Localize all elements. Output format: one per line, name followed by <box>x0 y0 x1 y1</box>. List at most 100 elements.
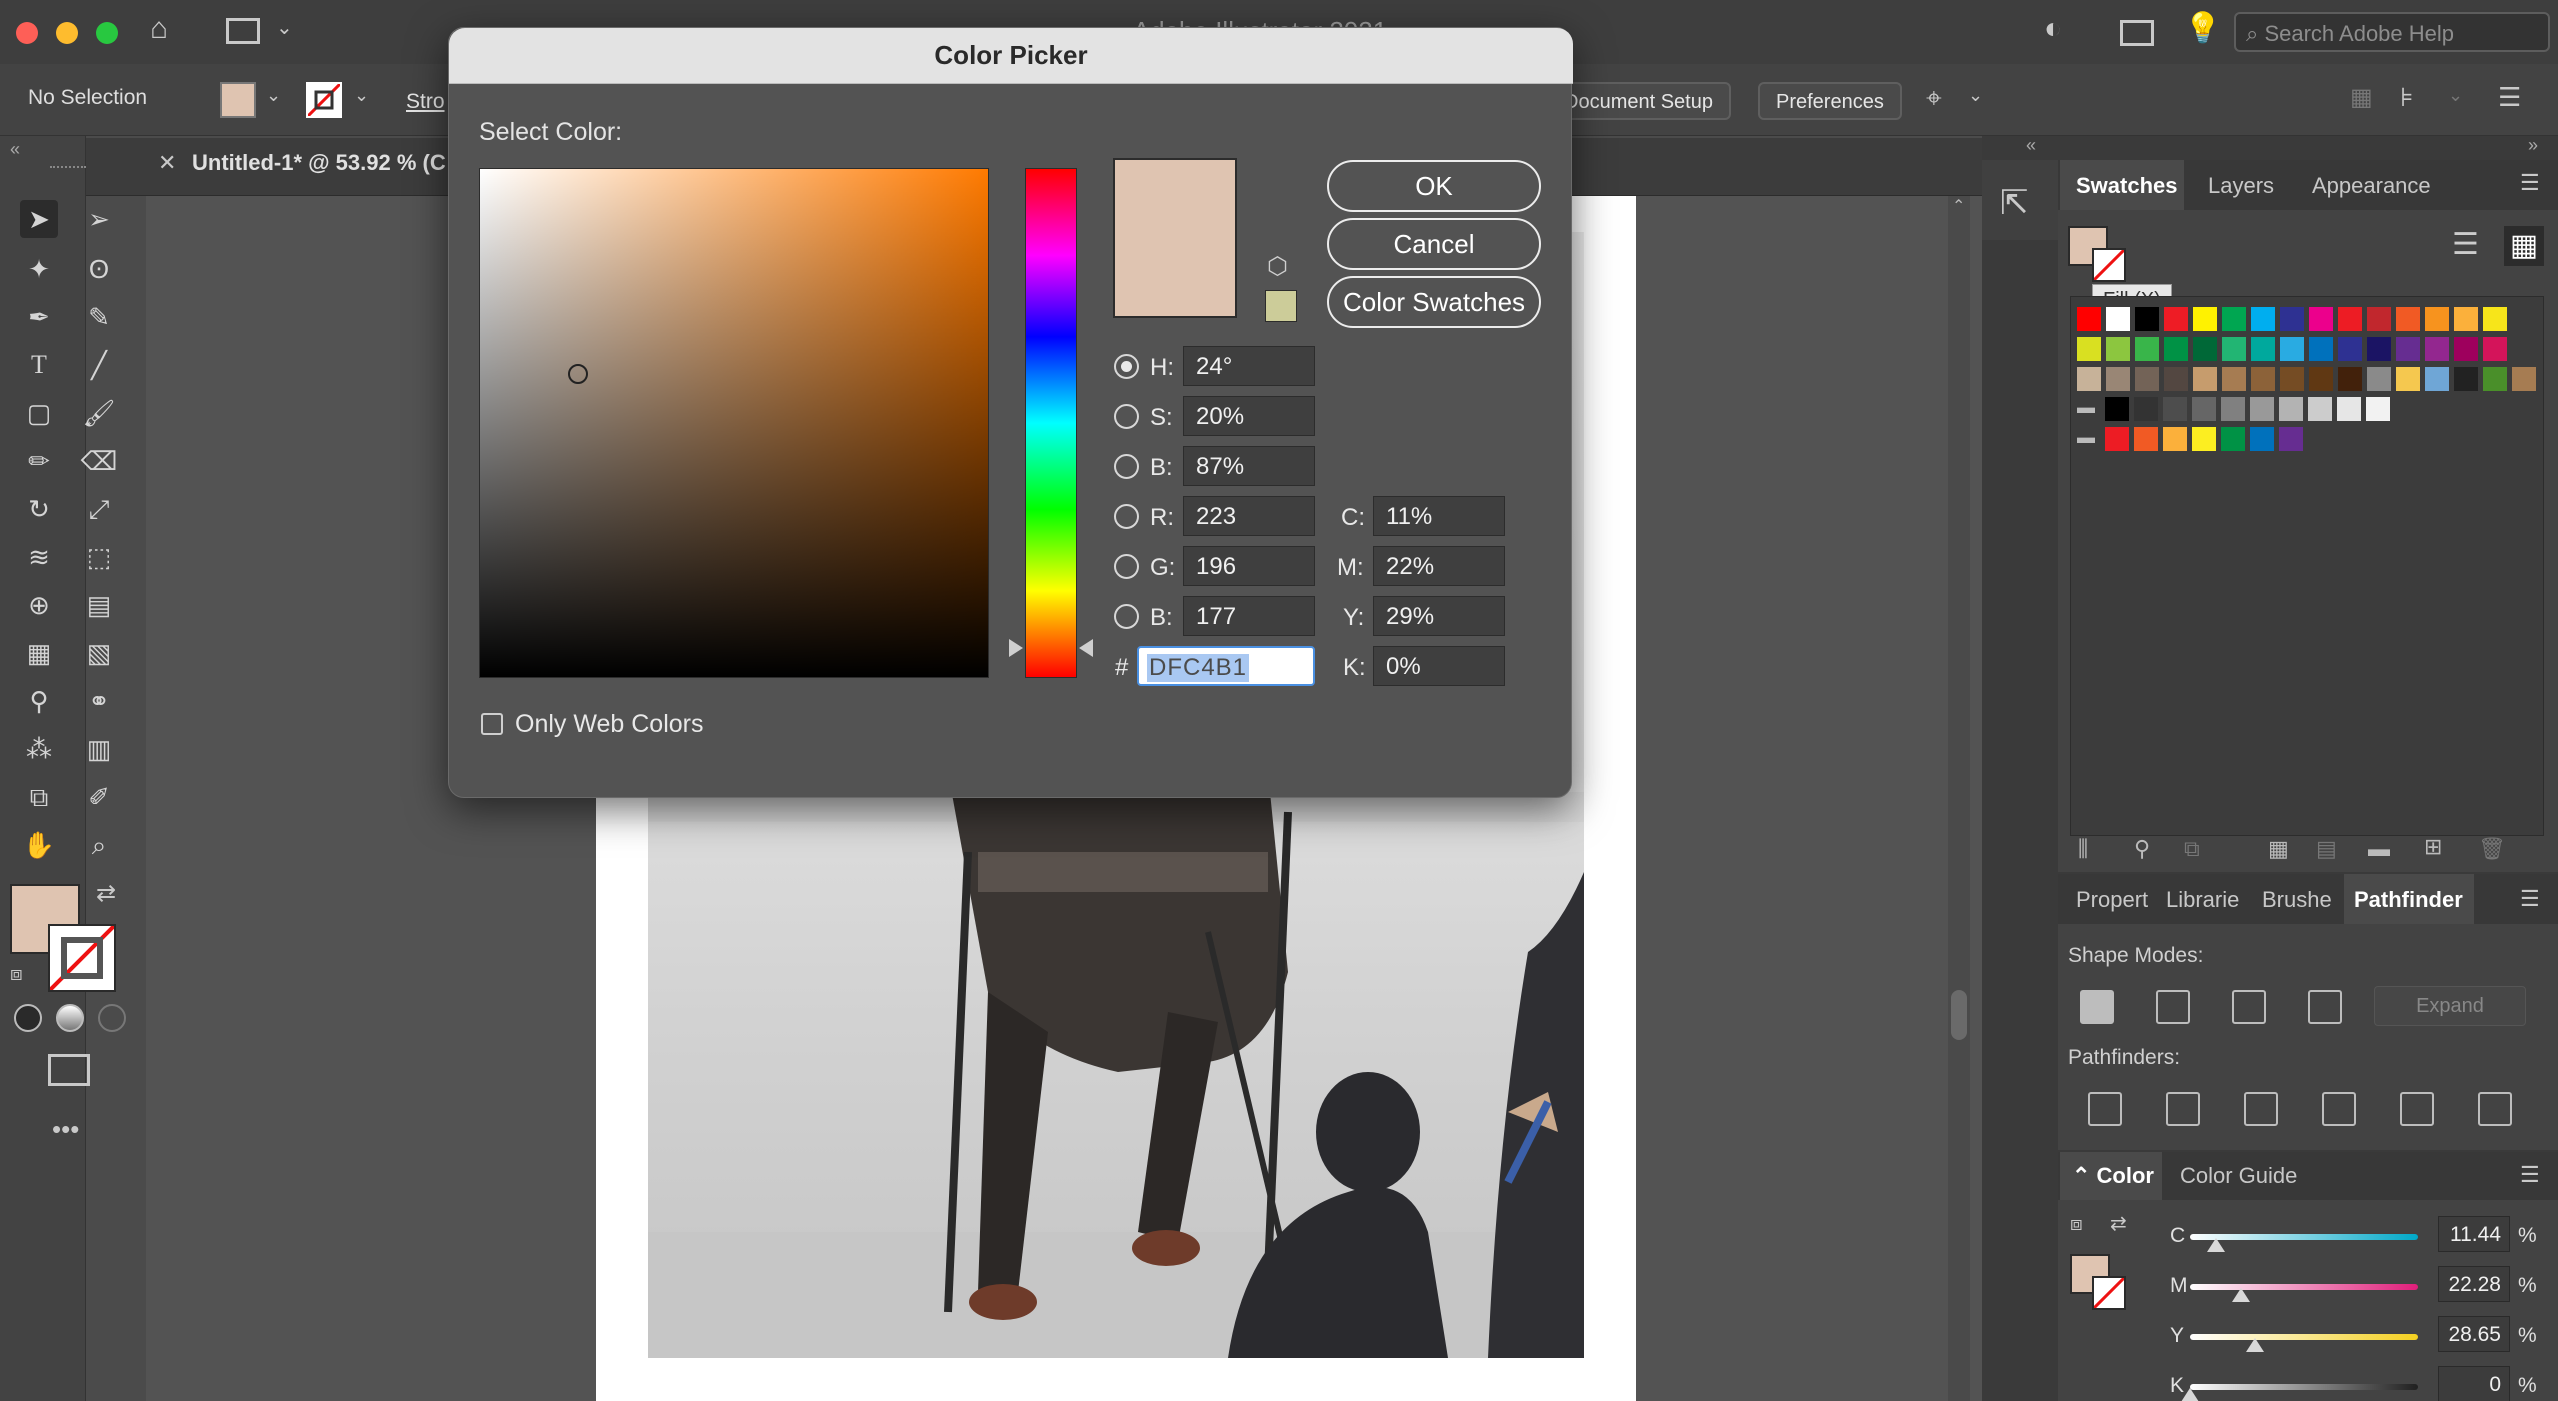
swatch-item[interactable] <box>2396 367 2420 391</box>
ok-button[interactable]: OK <box>1327 160 1541 212</box>
swatch-item[interactable] <box>2077 367 2101 391</box>
swatch-item[interactable] <box>2454 367 2478 391</box>
direct-selection-tool-icon[interactable]: ➢ <box>80 200 118 238</box>
swatch-item[interactable] <box>2221 427 2245 451</box>
swatch-item[interactable] <box>2308 397 2332 421</box>
shape-builder-tool-icon[interactable]: ⊕ <box>20 586 58 624</box>
align-icon[interactable]: ▦ <box>2350 86 2373 110</box>
black-field[interactable]: 0% <box>1373 646 1505 686</box>
color-channel-slider[interactable] <box>2190 1384 2418 1390</box>
swatch-item[interactable] <box>2280 367 2304 391</box>
swatch-libraries-icon[interactable]: ⫼ <box>2078 836 2088 862</box>
panel-menu-icon[interactable]: ☰ <box>2520 888 2540 910</box>
color-channel-value[interactable]: 11.44 <box>2438 1216 2510 1252</box>
hue-field[interactable]: 24° <box>1183 346 1315 386</box>
radio-red[interactable] <box>1114 504 1139 529</box>
chevron-down-icon[interactable]: ⌄ <box>276 18 293 38</box>
swatch-item[interactable] <box>2279 397 2303 421</box>
swatch-item[interactable] <box>2454 307 2478 331</box>
swatch-item[interactable] <box>2280 337 2304 361</box>
radio-brightness[interactable] <box>1114 454 1139 479</box>
swatch-item[interactable] <box>2222 367 2246 391</box>
fill-color-control[interactable] <box>220 82 256 118</box>
delete-swatch-icon[interactable]: 🗑 <box>2478 836 2506 862</box>
swatch-item[interactable] <box>2279 427 2303 451</box>
swatch-item[interactable] <box>2250 397 2274 421</box>
swatch-item[interactable] <box>2512 367 2536 391</box>
swatch-item[interactable] <box>2193 307 2217 331</box>
swatch-item[interactable] <box>2135 307 2159 331</box>
screen-mode-icon[interactable] <box>48 1054 90 1086</box>
hand-tool-icon[interactable]: ✋ <box>20 826 58 864</box>
expand-button[interactable]: Expand <box>2374 986 2526 1026</box>
tab-properties[interactable]: Propert <box>2064 874 2152 924</box>
swatch-item[interactable] <box>2396 337 2420 361</box>
swatch-item[interactable] <box>2105 427 2129 451</box>
swatch-item[interactable] <box>2192 427 2216 451</box>
gradient-tool-icon[interactable]: ▧ <box>80 634 118 672</box>
none-mode-icon[interactable] <box>98 1004 126 1032</box>
swatch-item[interactable] <box>2105 397 2129 421</box>
color-channel-slider-thumb[interactable] <box>2231 1288 2250 1302</box>
default-colors-icon[interactable]: ⧈ <box>2070 1214 2083 1234</box>
scrollbar-thumb[interactable] <box>1951 990 1967 1040</box>
eraser-tool-icon[interactable]: ⌫ <box>80 442 118 480</box>
swatch-item[interactable] <box>2164 367 2188 391</box>
collapse-icon[interactable]: « <box>10 140 20 158</box>
swatch-item[interactable] <box>2367 307 2391 331</box>
hue-slider-left-handle[interactable] <box>1009 639 1023 657</box>
blue-field[interactable]: 177 <box>1183 596 1315 636</box>
color-swatches-button[interactable]: Color Swatches <box>1327 276 1541 328</box>
swap-colors-icon[interactable]: ⇄ <box>2110 1214 2127 1234</box>
swatch-item[interactable] <box>2164 307 2188 331</box>
red-field[interactable]: 223 <box>1183 496 1315 536</box>
share-user-icon[interactable]: ◐ <box>2044 14 2062 44</box>
minus-front-icon[interactable] <box>2156 990 2190 1024</box>
color-stroke-indicator[interactable] <box>2092 1276 2126 1310</box>
document-setup-button[interactable]: Document Setup <box>1546 82 1731 120</box>
stroke-label[interactable]: Stro <box>406 90 445 114</box>
perspective-grid-tool-icon[interactable]: ▤ <box>80 586 118 624</box>
swatch-item[interactable] <box>2425 307 2449 331</box>
exclude-icon[interactable] <box>2308 990 2342 1024</box>
swatch-item[interactable] <box>2425 367 2449 391</box>
only-web-colors-checkbox[interactable] <box>481 713 503 735</box>
swatch-item[interactable] <box>2134 427 2158 451</box>
radio-hue[interactable] <box>1114 354 1139 379</box>
swatch-item[interactable] <box>2193 367 2217 391</box>
expand-icon[interactable]: » <box>2528 136 2538 154</box>
swatch-item[interactable] <box>2280 307 2304 331</box>
swatch-item[interactable] <box>2135 367 2159 391</box>
swap-fill-stroke-icon[interactable]: ⇄ <box>96 882 116 906</box>
magic-wand-tool-icon[interactable]: ✦ <box>20 250 58 288</box>
default-colors-icon[interactable]: ⧈ <box>10 964 23 984</box>
stroke-color-control[interactable] <box>306 82 342 118</box>
radio-saturation[interactable] <box>1114 404 1139 429</box>
mesh-tool-icon[interactable]: ▦ <box>20 634 58 672</box>
green-field[interactable]: 196 <box>1183 546 1315 586</box>
swatch-item[interactable] <box>2106 307 2130 331</box>
tab-swatches[interactable]: Swatches <box>2060 160 2184 210</box>
document-tab-title[interactable]: Untitled-1* @ 53.92 % (C <box>192 150 446 176</box>
radio-green[interactable] <box>1114 554 1139 579</box>
workspace-layout-icon[interactable] <box>226 18 260 44</box>
swatch-item[interactable] <box>2221 397 2245 421</box>
new-swatch-icon[interactable]: ⊞ <box>2424 834 2442 860</box>
swatch-item[interactable] <box>2338 367 2362 391</box>
swatch-item[interactable] <box>2366 397 2390 421</box>
color-channel-value[interactable]: 28.65 <box>2438 1316 2510 1352</box>
unite-icon[interactable] <box>2080 990 2114 1024</box>
cyan-field[interactable]: 11% <box>1373 496 1505 536</box>
swatch-item[interactable] <box>2338 307 2362 331</box>
minimize-window-button[interactable] <box>56 22 78 44</box>
swatch-stroke-indicator[interactable] <box>2092 248 2126 282</box>
color-mode-icon[interactable] <box>14 1004 42 1032</box>
swatch-item[interactable] <box>2106 367 2130 391</box>
brightness-field[interactable]: 87% <box>1183 446 1315 486</box>
arrange-documents-icon[interactable] <box>2120 20 2154 46</box>
swatch-item[interactable] <box>2425 337 2449 361</box>
saturation-field[interactable]: 20% <box>1183 396 1315 436</box>
hex-field[interactable]: DFC4B1 <box>1137 646 1315 686</box>
swatch-item[interactable] <box>2337 397 2361 421</box>
chevron-down-icon[interactable]: ⌄ <box>266 86 281 104</box>
